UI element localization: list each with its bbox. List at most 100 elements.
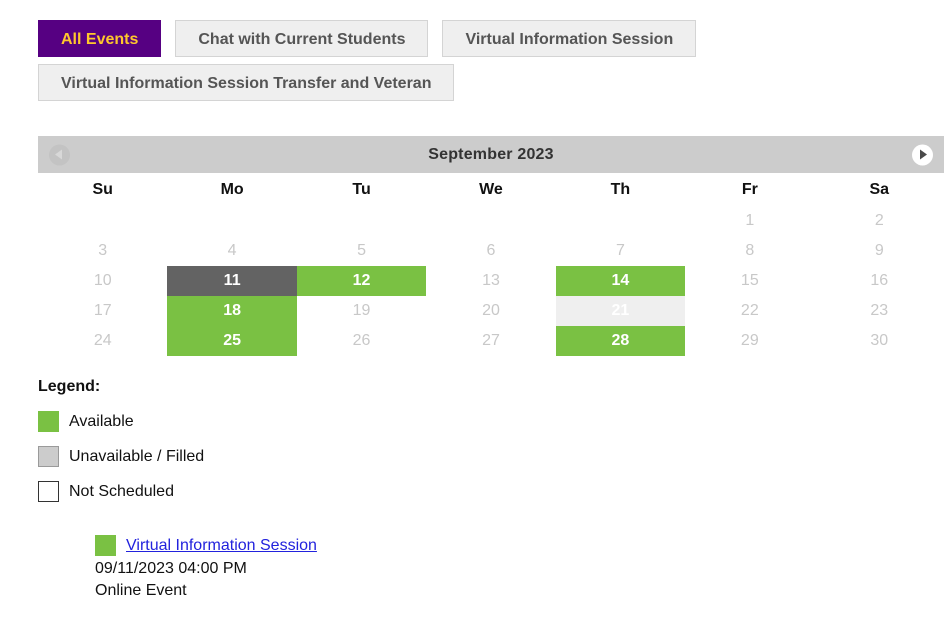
- prev-month-button[interactable]: [49, 144, 70, 165]
- calendar-day-9: 9: [874, 242, 884, 259]
- calendar-cell: 22: [685, 296, 814, 326]
- calendar-cell: 30: [815, 326, 944, 356]
- calendar-cell: 27: [426, 326, 555, 356]
- calendar-cell: 12: [296, 266, 427, 296]
- calendar-day-blank: [167, 206, 296, 236]
- calendar-day-blank: [38, 206, 167, 236]
- calendar-cell: 2: [815, 206, 944, 236]
- calendar-cell: 1: [685, 206, 814, 236]
- weekday-sa: Sa: [869, 180, 890, 198]
- calendar-day-18[interactable]: 18: [167, 296, 297, 326]
- calendar-cell: 24: [38, 326, 167, 356]
- calendar-cell: 9: [815, 236, 944, 266]
- chevron-left-icon: [55, 149, 62, 160]
- calendar-day-3: 3: [98, 242, 108, 259]
- weekday-tu: Tu: [352, 180, 371, 198]
- calendar-cell: 16: [815, 266, 944, 296]
- calendar-day-27: 27: [482, 332, 500, 349]
- calendar-grid: Su Mo Tu We Th Fr Sa 1 2 3 4 5 6 7 8 9 10 11 12 13 14…: [38, 173, 944, 356]
- tab-virtual-information-session[interactable]: Virtual Information Session: [442, 20, 697, 57]
- calendar-cell: 15: [685, 266, 814, 296]
- next-month-button[interactable]: [912, 144, 933, 165]
- legend-item-not-scheduled: Not Scheduled: [38, 478, 438, 505]
- calendar-week-row: 3 4 5 6 7 8 9: [38, 236, 944, 266]
- calendar-day-5: 5: [357, 242, 366, 259]
- event-datetime: 09/11/2023 04:00 PM: [95, 560, 247, 577]
- calendar-day-17: 17: [93, 302, 112, 319]
- calendar-week-row: 10 11 12 13 14 15 16: [38, 266, 944, 296]
- calendar-body: 1 2 3 4 5 6 7 8 9 10 11 12 13 14 15 16 17 18 19 20 21 22 23 24 2…: [38, 206, 944, 356]
- event-details: Virtual Information Session 09/11/2023 0…: [95, 535, 317, 602]
- calendar-month-title: September 2023: [428, 145, 554, 163]
- calendar-cell: 18: [167, 296, 297, 326]
- calendar-cell: [167, 206, 296, 236]
- calendar-cell: 28: [555, 326, 686, 356]
- calendar-cell: 21: [555, 296, 686, 326]
- calendar-cell: 29: [685, 326, 814, 356]
- calendar-day-4: 4: [227, 242, 237, 259]
- legend-title: Legend:: [38, 378, 101, 395]
- legend-label-not-scheduled: Not Scheduled: [69, 482, 174, 500]
- calendar-cell: 6: [426, 236, 555, 266]
- calendar-cell: 23: [815, 296, 944, 326]
- calendar-week-row: 12: [38, 206, 944, 236]
- calendar-cell: 4: [167, 236, 296, 266]
- calendar-day-11[interactable]: 11: [167, 266, 297, 296]
- legend-swatch-unavailable-icon: [38, 446, 59, 467]
- calendar-cell: 13: [426, 266, 555, 296]
- calendar-day-24: 24: [93, 332, 112, 349]
- calendar-day-blank: [556, 206, 685, 236]
- legend-swatch-available-icon: [38, 411, 59, 432]
- weekday-header-row: Su Mo Tu We Th Fr Sa: [38, 173, 944, 206]
- calendar-day-21: 21: [555, 296, 686, 326]
- event-type-tabs: All Events Chat with Current Students Vi…: [38, 20, 918, 108]
- event-title-link[interactable]: Virtual Information Session: [126, 537, 317, 555]
- weekday-we: We: [479, 180, 503, 198]
- weekday-fr: Fr: [741, 180, 758, 198]
- calendar-day-30: 30: [870, 332, 889, 349]
- calendar-day-28[interactable]: 28: [555, 326, 686, 356]
- calendar-cell: 14: [555, 266, 686, 296]
- calendar-legend: Legend: Available Unavailable / Filled N…: [38, 378, 438, 513]
- legend-swatch-not-scheduled-icon: [38, 481, 59, 502]
- calendar-day-2: 2: [874, 212, 884, 229]
- calendar-cell: 8: [685, 236, 814, 266]
- event-location: Online Event: [95, 582, 187, 599]
- calendar-day-19: 19: [352, 302, 371, 319]
- calendar-cell: 11: [167, 266, 297, 296]
- tab-chat-with-current-students[interactable]: Chat with Current Students: [175, 20, 429, 57]
- weekday-su: Su: [92, 180, 113, 198]
- calendar-day-blank: [297, 206, 426, 236]
- calendar-day-1: 1: [745, 212, 755, 229]
- calendar-cell: 26: [297, 326, 426, 356]
- calendar-week-row: 17 18 19 20 21 22 23: [38, 296, 944, 326]
- calendar-day-7: 7: [615, 242, 625, 259]
- event-title-row: Virtual Information Session: [95, 535, 317, 556]
- weekday-th: Th: [610, 180, 631, 198]
- calendar-cell: 25: [167, 326, 297, 356]
- calendar-day-23: 23: [870, 302, 889, 319]
- chevron-right-icon: [920, 149, 927, 160]
- tab-all-events[interactable]: All Events: [38, 20, 162, 57]
- weekday-mo: Mo: [220, 180, 244, 198]
- calendar-day-6: 6: [486, 242, 496, 259]
- legend-item-available: Available: [38, 408, 438, 435]
- calendar-cell: [426, 206, 555, 236]
- calendar-day-14[interactable]: 14: [555, 266, 686, 296]
- calendar-week-row: 24 25 26 27 28 29 30: [38, 326, 944, 356]
- calendar-cell: 20: [426, 296, 555, 326]
- calendar-day-15: 15: [740, 272, 759, 289]
- event-calendar: September 2023 Su Mo Tu We Th Fr Sa 1234…: [38, 136, 944, 356]
- calendar-cell: 3: [38, 236, 167, 266]
- calendar-day-25[interactable]: 25: [167, 326, 297, 356]
- calendar-cell: 10: [38, 266, 167, 296]
- calendar-day-12[interactable]: 12: [296, 266, 427, 296]
- calendar-day-8: 8: [745, 242, 755, 259]
- calendar-day-10: 10: [93, 272, 112, 289]
- calendar-day-13: 13: [482, 272, 500, 289]
- legend-label-unavailable: Unavailable / Filled: [69, 447, 205, 465]
- calendar-cell: 17: [38, 296, 167, 326]
- tab-virtual-information-session-transfer-and-veteran[interactable]: Virtual Information Session Transfer and…: [38, 64, 455, 101]
- calendar-cell: 19: [297, 296, 426, 326]
- calendar-day-blank: [426, 206, 555, 236]
